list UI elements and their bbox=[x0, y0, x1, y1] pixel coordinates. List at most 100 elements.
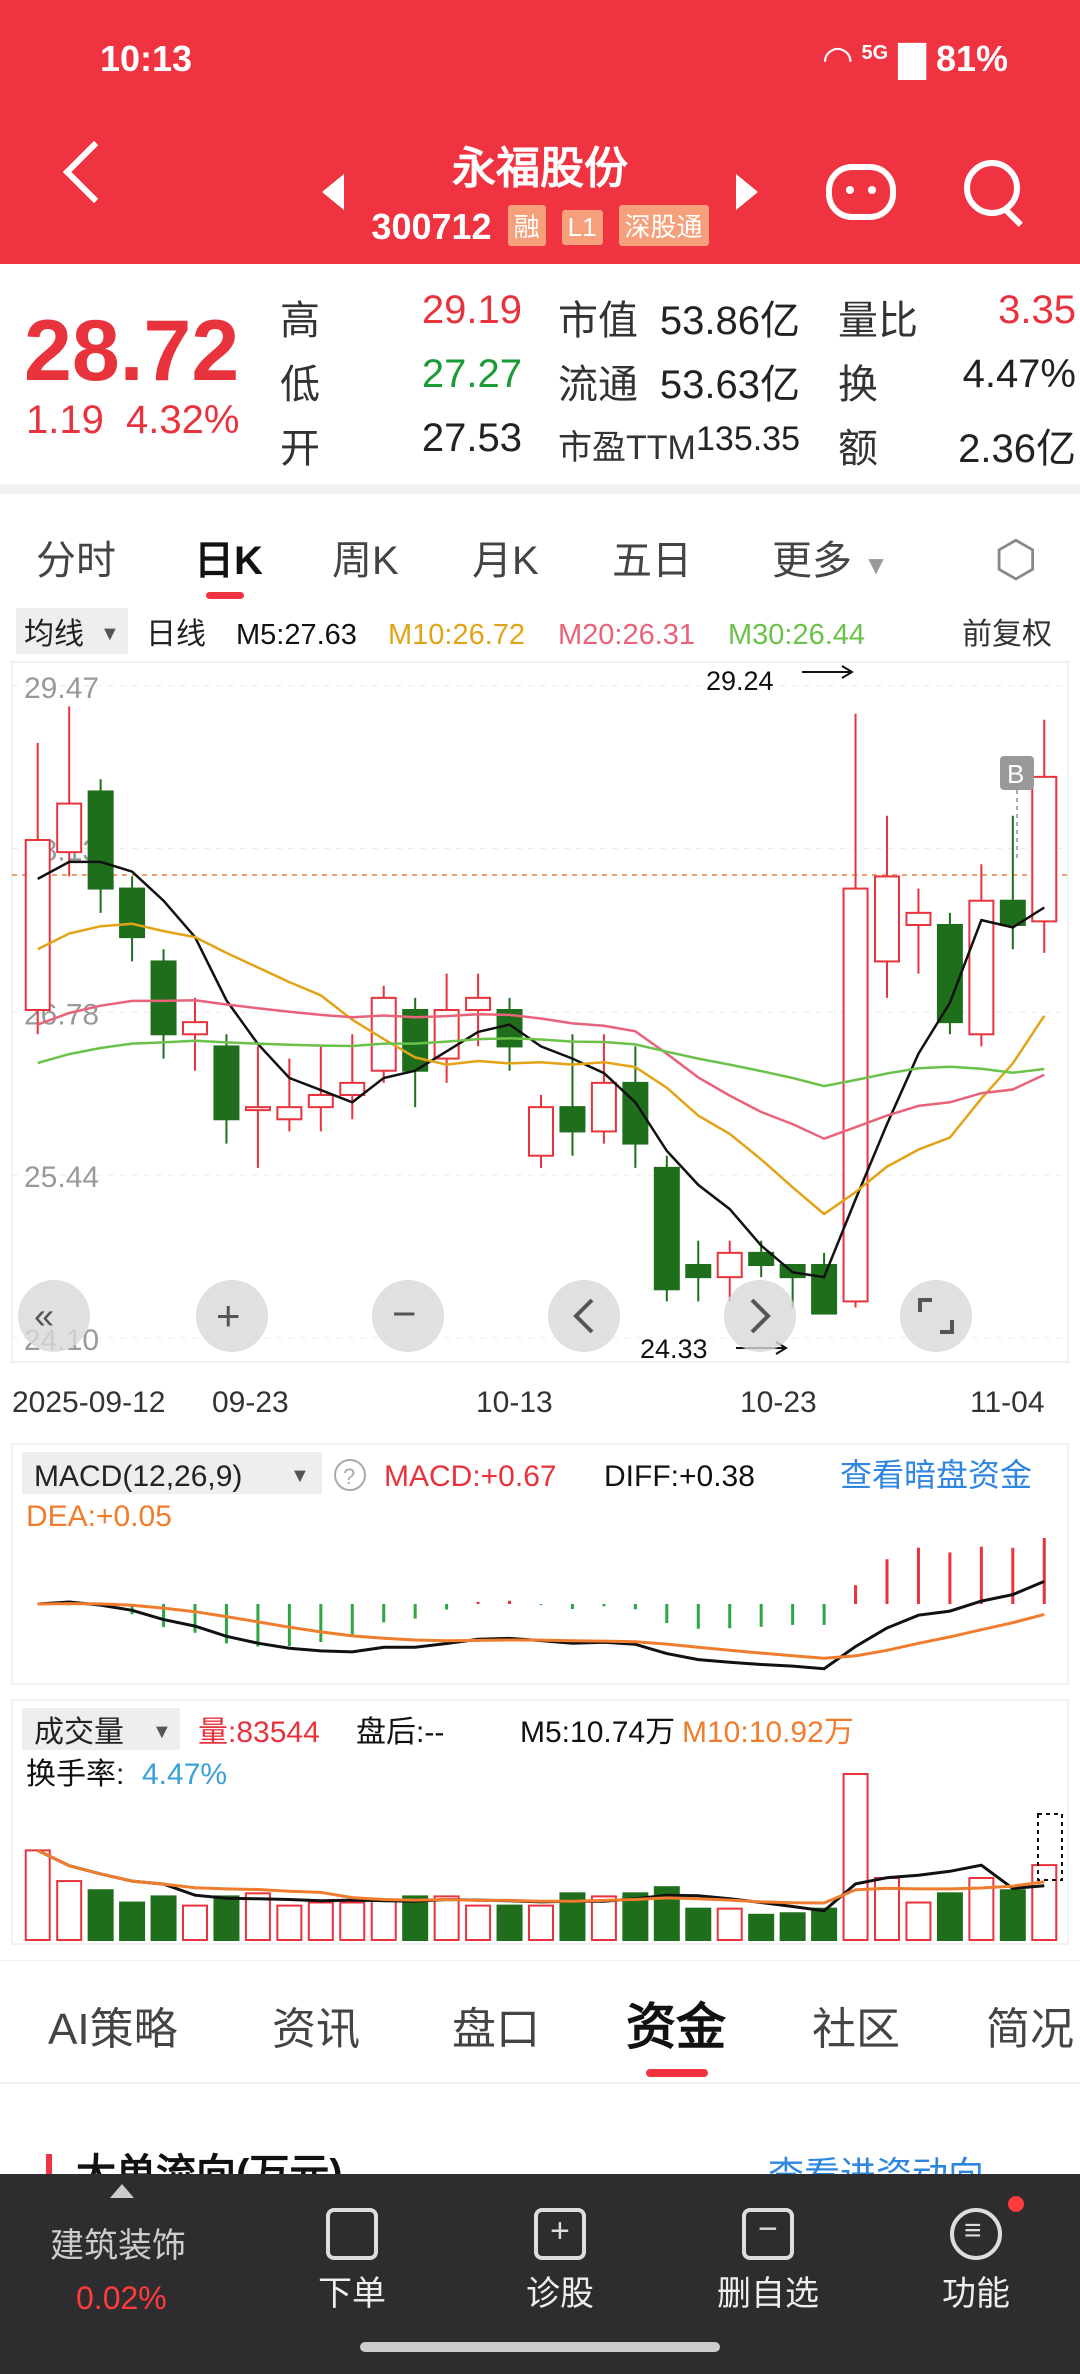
app-header: 10:13 ◠ 5G ▇ 81% 永福股份 300712 融 L1 深股通 bbox=[0, 0, 1080, 264]
double-chevron-left-icon: « bbox=[34, 1295, 54, 1336]
price-tick-label: 29.47 bbox=[24, 672, 99, 705]
volume-bar bbox=[685, 1907, 712, 1942]
date-label: 10-23 bbox=[740, 1386, 817, 1419]
tab-orderbook[interactable]: 盘口 bbox=[452, 1993, 540, 2057]
dark-pool-link[interactable]: 查看暗盘资金 bbox=[840, 1457, 1032, 1493]
volume-ratio-value: 3.35 bbox=[998, 288, 1076, 332]
diagnose-icon: + bbox=[534, 2208, 586, 2260]
volume-bar bbox=[182, 1904, 208, 1941]
network-type: 5G bbox=[861, 42, 889, 64]
volume-bar bbox=[24, 1849, 51, 1941]
candle-body bbox=[905, 911, 932, 927]
info-tabs: AI策略 资讯 盘口 资金 社区 简况 bbox=[0, 1960, 1080, 2080]
volume-value: 量:83544 bbox=[198, 1716, 320, 1749]
float-label: 流通 bbox=[558, 363, 638, 407]
date-label: 10-13 bbox=[476, 1386, 553, 1419]
tab-daily[interactable]: 日K bbox=[194, 528, 263, 586]
tab-more[interactable]: 更多 ▼ bbox=[772, 528, 889, 586]
volume-bar bbox=[936, 1892, 963, 1942]
low-annotation: 24.33 bbox=[640, 1334, 708, 1364]
volume-caret-icon: ▼ bbox=[152, 1721, 172, 1743]
tab-more-label: 更多 bbox=[772, 539, 852, 583]
tab-five-day[interactable]: 五日 bbox=[612, 528, 692, 586]
high-annotation: 29.24 bbox=[706, 666, 774, 696]
turnover-label: 换 bbox=[838, 363, 878, 407]
date-label: 2025-09-12 bbox=[12, 1386, 165, 1419]
search-icon[interactable] bbox=[964, 160, 1020, 216]
kline-chart[interactable]: 均线 ▼ 日线 M5:27.63 M10:26.72 M20:26.31 M30… bbox=[0, 600, 1080, 1960]
big-order-title: 大单流向(万元) bbox=[76, 2152, 343, 2174]
order-label: 下单 bbox=[318, 2275, 386, 2313]
price-axis: 29.4728.1326.7825.4424.10 bbox=[24, 672, 99, 1357]
stock-code: 300712 bbox=[371, 206, 492, 247]
candle-body bbox=[716, 1251, 743, 1279]
volume-bar bbox=[339, 1901, 366, 1941]
adjust-mode[interactable]: 前复权 bbox=[962, 618, 1052, 651]
settings-hexagon-icon[interactable]: ⬡ bbox=[994, 530, 1038, 588]
stock-name: 永福股份 bbox=[452, 144, 628, 193]
volume-bar bbox=[119, 1901, 146, 1941]
quote-panel: 28.72 1.19 4.32% 高 29.19 低 27.27 开 27.53… bbox=[0, 264, 1080, 494]
candle-body bbox=[119, 887, 146, 939]
ma20-value: M20:26.31 bbox=[558, 619, 695, 651]
buy-marker-label: B bbox=[1007, 759, 1024, 789]
amount-label: 额 bbox=[838, 427, 878, 471]
tag-connect: 深股通 bbox=[618, 205, 709, 246]
candle-body bbox=[936, 924, 963, 1024]
volume-bar bbox=[402, 1895, 429, 1941]
candle-body bbox=[685, 1264, 712, 1279]
mcap-value: 53.86亿 bbox=[659, 299, 800, 343]
volume-bar bbox=[276, 1904, 303, 1941]
volume-bar bbox=[528, 1904, 554, 1941]
price-tick-label: 25.44 bbox=[24, 1161, 99, 1194]
order-button[interactable]: 下单 bbox=[272, 2194, 432, 2315]
section-divider bbox=[0, 2082, 1080, 2084]
high-value: 29.19 bbox=[421, 288, 522, 332]
candle-body bbox=[465, 996, 492, 1012]
ma-select[interactable]: 均线 bbox=[24, 618, 84, 651]
scroll-right-button[interactable] bbox=[724, 1280, 796, 1352]
volume-select[interactable]: 成交量 bbox=[34, 1716, 124, 1749]
turnover-rate-value: 4.47% bbox=[142, 1758, 227, 1791]
tab-ai-strategy[interactable]: AI策略 bbox=[48, 1993, 178, 2057]
help-icon-glyph: ? bbox=[343, 1464, 355, 1489]
sector-name[interactable]: 建筑装饰 bbox=[50, 2218, 186, 2267]
remove-watchlist-button[interactable]: − 删自选 bbox=[688, 2194, 848, 2315]
tab-weekly[interactable]: 周K bbox=[332, 528, 399, 586]
tab-intraday[interactable]: 分时 bbox=[36, 528, 116, 586]
ma10-value: M10:26.72 bbox=[388, 619, 525, 651]
function-label: 功能 bbox=[942, 2275, 1010, 2313]
price-change: 1.19 bbox=[26, 398, 104, 442]
volume-bar bbox=[213, 1895, 240, 1941]
low-value: 27.27 bbox=[421, 352, 522, 396]
macd-select[interactable]: MACD(12,26,9) bbox=[34, 1460, 242, 1493]
volume-ratio-label: 量比 bbox=[838, 299, 918, 343]
active-tab-indicator bbox=[206, 592, 244, 599]
tab-funds[interactable]: 资金 bbox=[626, 1987, 726, 2059]
active-info-tab-indicator bbox=[646, 2069, 708, 2077]
high-label: 高 bbox=[280, 299, 320, 343]
macd-histogram bbox=[67, 1538, 1046, 1647]
inflow-link[interactable]: 查看进资动向 bbox=[768, 2150, 984, 2174]
fullscreen-button[interactable] bbox=[900, 1280, 972, 1352]
tab-community[interactable]: 社区 bbox=[812, 1993, 900, 2057]
tab-profile[interactable]: 简况 bbox=[986, 1993, 1074, 2057]
plus-icon: + bbox=[216, 1292, 241, 1339]
function-button[interactable]: ≡ 功能 bbox=[896, 2194, 1056, 2315]
ma30-value: M30:26.44 bbox=[728, 619, 865, 651]
volume-bars bbox=[24, 1773, 1058, 1942]
last-price: 28.72 bbox=[24, 303, 240, 399]
scroll-left-button[interactable] bbox=[548, 1280, 620, 1352]
candle-body bbox=[339, 1081, 366, 1097]
amount-value: 2.36亿 bbox=[958, 427, 1076, 471]
tag-margin: 融 bbox=[507, 205, 546, 246]
robot-icon[interactable] bbox=[826, 164, 896, 220]
section-accent-bar bbox=[46, 2154, 52, 2176]
volume-bar bbox=[370, 1898, 397, 1941]
diagnose-button[interactable]: + 诊股 bbox=[480, 2194, 640, 2315]
tab-monthly[interactable]: 月K bbox=[472, 528, 539, 586]
tab-news[interactable]: 资讯 bbox=[272, 1993, 360, 2057]
volume-bar bbox=[465, 1904, 492, 1941]
diff-line bbox=[37, 1580, 1045, 1671]
volume-m10: M10:10.92万 bbox=[682, 1716, 854, 1749]
